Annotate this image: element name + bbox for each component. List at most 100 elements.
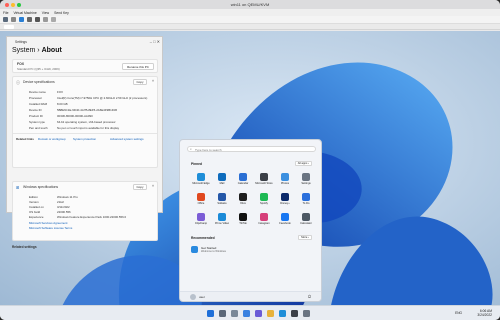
pinned-app[interactable]: Prime Video <box>212 213 232 228</box>
search-icon[interactable] <box>219 310 226 317</box>
more-button[interactable]: More › <box>298 235 312 240</box>
spec-label: Processor <box>29 96 43 100</box>
settings-window: Settings – □ ✕ System › About FOX Standa… <box>6 36 163 249</box>
pinned-app[interactable]: Solitaire <box>212 193 232 208</box>
menu-send-key[interactable]: Send Key <box>54 11 69 15</box>
window-controls-icon[interactable]: – □ ✕ <box>150 39 160 44</box>
rename-pc-button[interactable]: Rename this PC <box>122 63 154 70</box>
start-menu: ⌕ Type here to search Pinned All apps › … <box>179 139 322 302</box>
settings-title: Settings <box>15 40 27 44</box>
spec-value: 3/11/2022 <box>57 205 70 209</box>
search-input[interactable]: ⌕ Type here to search <box>187 146 316 152</box>
recommended-item[interactable]: Get Started Welcome to Windows <box>191 245 251 257</box>
divider <box>13 133 157 134</box>
language-indicator[interactable]: ENG <box>455 311 462 315</box>
vm-tab[interactable] <box>4 25 14 29</box>
task-view-icon[interactable] <box>231 310 238 317</box>
link-services-agreement[interactable]: Microsoft Services Agreement <box>29 221 67 225</box>
chevron-up-icon[interactable]: ˄ <box>152 184 154 188</box>
spec-label: Installed on <box>29 205 44 209</box>
app-icon <box>218 193 226 201</box>
spec-label: Installed RAM <box>29 102 47 106</box>
copy-windows-button[interactable]: Copy <box>133 184 147 190</box>
pinned-app[interactable]: Calculator <box>296 213 316 228</box>
user-name[interactable]: user <box>199 295 205 299</box>
settings-icon[interactable] <box>303 310 310 317</box>
pc-name-card: FOX Standard PC (Q35 + ICH9, 2009) Renam… <box>12 59 158 73</box>
play-icon[interactable] <box>19 17 24 22</box>
breadcrumb-system[interactable]: System <box>12 47 35 54</box>
app-icon <box>302 193 310 201</box>
pinned-app[interactable]: Settings <box>296 173 316 188</box>
copy-device-button[interactable]: Copy <box>133 79 147 85</box>
edge-icon[interactable] <box>279 310 286 317</box>
avatar[interactable] <box>190 294 196 300</box>
pinned-app[interactable]: Calendar <box>233 173 253 188</box>
search-placeholder: Type here to search <box>195 148 222 152</box>
app-icon <box>281 193 289 201</box>
link-advanced-system-settings[interactable]: Advanced system settings <box>110 137 144 141</box>
link-domain-workgroup[interactable]: Domain or workgroup <box>38 137 66 141</box>
pinned-app[interactable]: Mail <box>212 173 232 188</box>
spec-value: Intel(R) Core(TM) i7-9750H CPU @ 2.60GHz… <box>57 96 148 100</box>
pinned-app[interactable]: Instagram <box>254 213 274 228</box>
menu-virtual-machine[interactable]: Virtual Machine <box>13 11 36 15</box>
app-icon <box>239 193 247 201</box>
store-icon[interactable] <box>291 310 298 317</box>
device-specs-title: Device specifications <box>23 80 55 84</box>
spec-value: 64-bit operating system, x64-based proce… <box>57 120 116 124</box>
chat-icon[interactable] <box>255 310 262 317</box>
link-system-protection[interactable]: System protection <box>73 137 96 141</box>
pc-name: FOX <box>17 62 24 66</box>
pinned-app[interactable]: Xbox <box>233 193 253 208</box>
dropdown-icon[interactable] <box>43 17 48 22</box>
widgets-icon[interactable] <box>243 310 250 317</box>
pinned-app[interactable]: Spotify <box>254 193 274 208</box>
stop-icon[interactable] <box>35 17 40 22</box>
spec-value: Windows 11 Pro <box>57 195 78 199</box>
power-icon[interactable]: ⏻ <box>308 294 311 299</box>
pinned-app[interactable]: Microsoft Edge <box>191 173 211 188</box>
device-specs-card: ⓘ Device specifications Copy ˄ Device na… <box>12 76 158 168</box>
pinned-app[interactable]: Disney+ <box>275 193 295 208</box>
pinned-app[interactable]: To Do <box>296 193 316 208</box>
vm-window: win11 on QEMU/KVM File Virtual Machine V… <box>0 0 500 320</box>
recommended-item-subtitle: Welcome to Windows <box>201 250 226 253</box>
windows-specs-title: Windows specifications <box>23 185 59 189</box>
chevron-up-icon[interactable]: ˄ <box>152 79 154 83</box>
breadcrumb-separator: › <box>37 47 40 54</box>
pinned-app[interactable]: Microsoft Store <box>254 173 274 188</box>
pinned-app[interactable]: Photos <box>275 173 295 188</box>
pinned-app[interactable]: Office <box>191 193 211 208</box>
spec-value: 5B8E6C1E-9D4F-4A7B-8EF5-2A6E4F9B1D36 <box>57 108 118 112</box>
all-apps-button[interactable]: All apps › <box>294 161 312 166</box>
menu-file[interactable]: File <box>3 11 8 15</box>
file-explorer-icon[interactable] <box>267 310 274 317</box>
related-settings-title: Related settings <box>12 245 37 249</box>
console-icon[interactable] <box>3 17 8 22</box>
spec-value: FOX <box>57 90 63 94</box>
app-icon <box>260 213 268 221</box>
clock[interactable]: 6:06 AM 3/24/2022 <box>477 309 492 317</box>
spec-value: No pen or touch input is available for t… <box>57 126 120 130</box>
pause-icon[interactable] <box>27 17 32 22</box>
menu-view[interactable]: View <box>42 11 49 15</box>
pinned-app[interactable]: TikTok <box>233 213 253 228</box>
recommended-title: Recommended <box>191 236 215 240</box>
link-license-terms[interactable]: Microsoft Software License Terms <box>29 226 72 230</box>
pinned-app[interactable]: Facebook <box>275 213 295 228</box>
spec-label: Device ID <box>29 108 42 112</box>
start-icon[interactable] <box>207 310 214 317</box>
pinned-app[interactable]: Clipchamp <box>191 213 211 228</box>
vm-menubar: File Virtual Machine View Send Key <box>0 9 500 16</box>
app-icon <box>281 213 289 221</box>
app-icon <box>260 173 268 181</box>
spec-label: Edition <box>29 195 38 199</box>
details-icon[interactable] <box>11 17 16 22</box>
vm-window-title: win11 on QEMU/KVM <box>230 2 270 7</box>
spec-label: Product ID <box>29 114 43 118</box>
spec-value: 21H2 <box>57 200 64 204</box>
page-title: About <box>41 47 62 54</box>
fullscreen-icon[interactable] <box>51 17 56 22</box>
taskbar: ENG 6:06 AM 3/24/2022 <box>0 305 500 320</box>
